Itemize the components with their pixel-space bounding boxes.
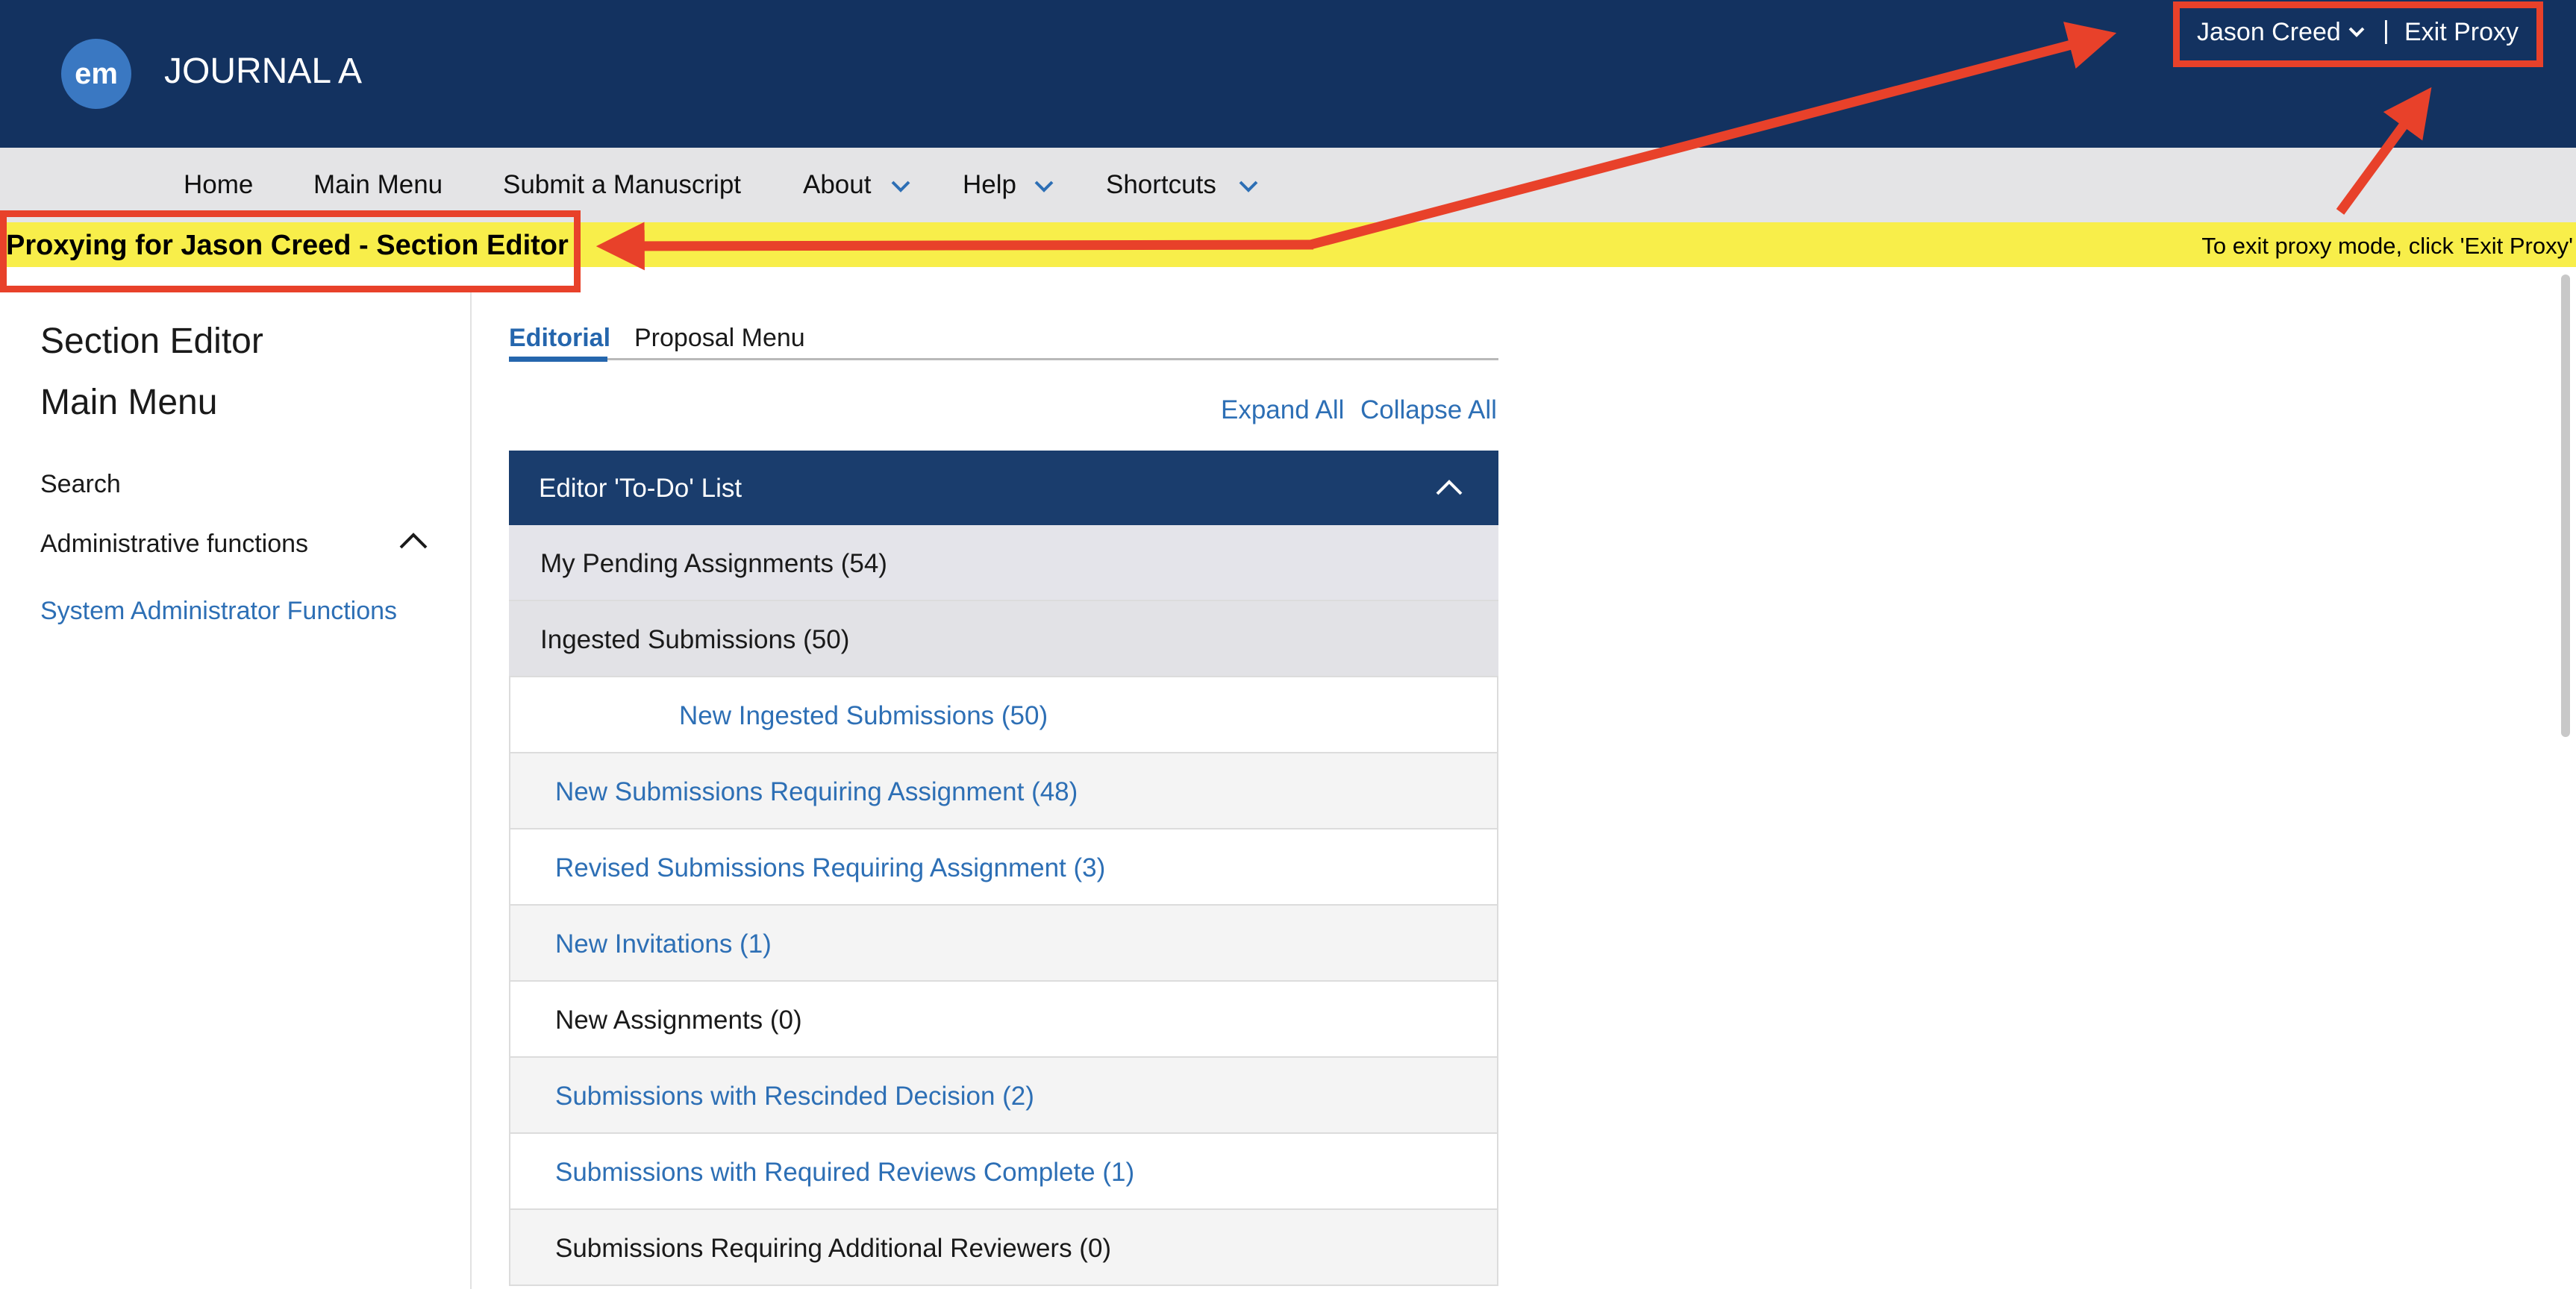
sidebar-item-search[interactable]: Search [40, 470, 121, 499]
list-item[interactable]: Ingested Submissions (50) [509, 601, 1498, 677]
list-item[interactable]: Submissions with Rescinded Decision (2) [509, 1058, 1498, 1134]
exit-proxy-link[interactable]: Exit Proxy [2404, 18, 2519, 47]
todo-panel-title: Editor 'To-Do' List [539, 474, 743, 503]
nav-home[interactable]: Home [184, 170, 253, 200]
row-label: New Assignments (0) [555, 1006, 802, 1035]
tab-proposal-menu[interactable]: Proposal Menu [634, 324, 805, 353]
proxy-status-text: Proxying for Jason Creed - Section Edito… [6, 230, 569, 261]
nav-shortcuts[interactable]: Shortcuts [1106, 170, 1216, 200]
sidebar-divider [470, 292, 472, 1289]
journal-title: JOURNAL A [164, 51, 362, 91]
row-link[interactable]: Submissions with Required Reviews Comple… [555, 1158, 1134, 1188]
chevron-down-icon[interactable] [890, 179, 912, 194]
list-item: New Assignments (0) [509, 982, 1498, 1058]
todo-panel-header[interactable]: Editor 'To-Do' List [509, 451, 1498, 525]
list-item[interactable]: New Invitations (1) [509, 906, 1498, 982]
nav-help[interactable]: Help [963, 170, 1016, 200]
list-item[interactable]: Revised Submissions Requiring Assignment… [509, 829, 1498, 906]
chevron-down-icon[interactable] [1033, 179, 1055, 194]
list-item[interactable]: New Ingested Submissions (50) [509, 677, 1498, 753]
row-label: My Pending Assignments (54) [540, 549, 887, 578]
header-separator: | [2383, 16, 2389, 45]
tab-bar-line [509, 358, 1498, 360]
row-label: Submissions Requiring Additional Reviewe… [555, 1234, 1112, 1263]
sidebar-title-role: Section Editor [40, 322, 263, 361]
expand-all-link[interactable]: Expand All [1221, 395, 1344, 425]
row-link[interactable]: New Invitations (1) [555, 929, 772, 959]
row-link[interactable]: Submissions with Rescinded Decision (2) [555, 1082, 1034, 1111]
nav-about[interactable]: About [803, 170, 871, 200]
sidebar-link-sysadmin[interactable]: System Administrator Functions [40, 597, 397, 626]
row-link[interactable]: New Ingested Submissions (50) [679, 701, 1048, 731]
tab-active-indicator [509, 357, 607, 362]
row-link[interactable]: Revised Submissions Requiring Assignment… [555, 853, 1105, 883]
list-item[interactable]: New Submissions Requiring Assignment (48… [509, 753, 1498, 829]
list-item[interactable]: Submissions with Required Reviews Comple… [509, 1134, 1498, 1210]
scrollbar[interactable] [2561, 275, 2570, 737]
list-item[interactable]: My Pending Assignments (54) [509, 525, 1498, 601]
list-item: Submissions Requiring Additional Reviewe… [509, 1210, 1498, 1286]
chevron-up-icon[interactable] [1434, 477, 1464, 497]
nav-submit-manuscript[interactable]: Submit a Manuscript [503, 170, 741, 200]
user-menu-button[interactable]: Jason Creed [2197, 18, 2341, 47]
em-logo[interactable]: em [61, 39, 131, 109]
sidebar-item-admin-functions[interactable]: Administrative functions [40, 530, 308, 559]
tab-editorial[interactable]: Editorial [509, 324, 610, 353]
nav-main-menu[interactable]: Main Menu [313, 170, 443, 200]
chevron-up-icon[interactable] [397, 530, 430, 551]
collapse-all-link[interactable]: Collapse All [1360, 395, 1497, 425]
exit-proxy-hint: To exit proxy mode, click 'Exit Proxy' [2201, 233, 2573, 259]
row-link[interactable]: New Submissions Requiring Assignment (48… [555, 777, 1078, 807]
sidebar-title-menu: Main Menu [40, 383, 218, 422]
chevron-down-icon[interactable] [2348, 25, 2366, 39]
row-label: Ingested Submissions (50) [540, 625, 850, 654]
chevron-down-icon[interactable] [1237, 179, 1260, 194]
